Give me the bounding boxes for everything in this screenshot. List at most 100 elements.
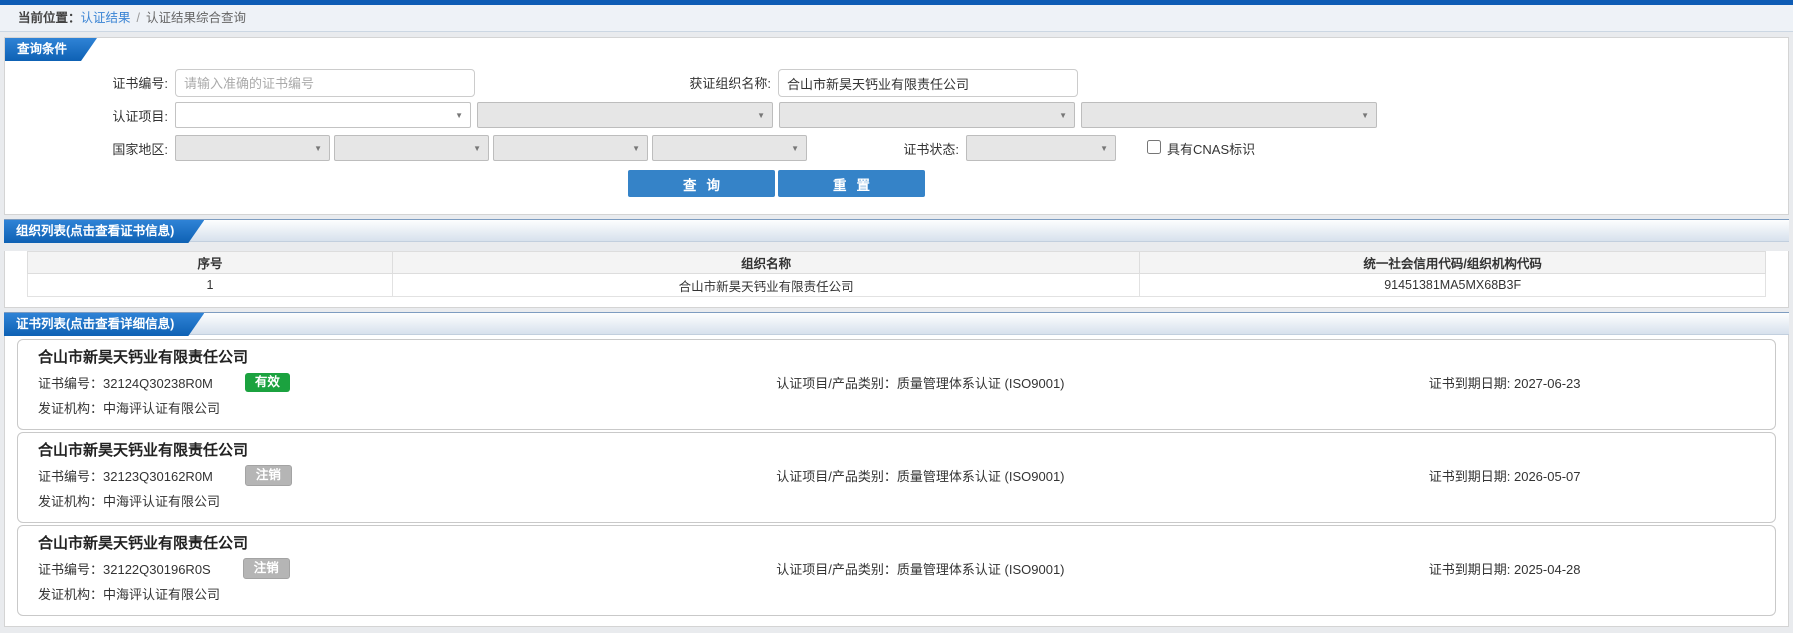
region-select-3[interactable]: ▼ [493,135,648,161]
cert-no-field: 证书编号：32122Q30196R0S [38,559,211,578]
cert-issuer-field-label: 发证机构： [38,587,104,602]
chevron-down-icon: ▼ [473,144,481,153]
org-row-index[interactable]: 1 [27,273,393,297]
certificate-card[interactable]: 合山市新昊天钙业有限责任公司 证书编号：32122Q30196R0S 注销 认证… [17,525,1776,616]
breadcrumb-link-renzhengjieguo[interactable]: 认证结果 [81,11,131,25]
cert-no-field: 证书编号：32123Q30162R0M [38,466,213,485]
status-badge: 注销 [244,464,292,486]
cert-list-body: 合山市新昊天钙业有限责任公司 证书编号：32124Q30238R0M 有效 认证… [4,335,1789,627]
cert-project-select-1[interactable]: ▼ [175,102,471,128]
org-list-body: 序号 组织名称 统一社会信用代码/组织机构代码 1 合山市新昊天钙业有限责任公司… [4,251,1789,308]
cert-issuer-field-label: 发证机构： [38,401,104,416]
org-table-header-index: 序号 [27,251,393,274]
cert-no-value: 32123Q30162R0M [103,468,213,484]
cert-project-field: 认证项目/产品类别：质量管理体系认证 (ISO9001) [776,559,1428,578]
org-row-name[interactable]: 合山市新昊天钙业有限责任公司 [391,273,1141,297]
cnas-checkbox[interactable] [1147,140,1161,154]
query-panel-title: 查询条件 [5,38,97,61]
reset-button[interactable]: 重置 [778,170,925,197]
chevron-down-icon: ▼ [1361,111,1369,120]
query-panel: 查询条件 证书编号: 获证组织名称: 认证项目: ▼ ▼ ▼ ▼ 国家地区: ▼… [4,37,1789,215]
breadcrumb-current: 认证结果综合查询 [146,11,247,25]
org-list-section-title: 组织列表(点击查看证书信息) [4,220,204,243]
cert-expiry-field: 证书到期日期: 2025-04-28 [1429,559,1755,578]
cert-project-select-3[interactable]: ▼ [779,102,1075,128]
cert-no-field: 证书编号：32124Q30238R0M [38,373,213,392]
card-detail-row: 证书编号：32124Q30238R0M 有效 认证项目/产品类别：质量管理体系认… [38,369,1755,395]
cert-project-value: 质量管理体系认证 (ISO9001) [896,561,1065,577]
cert-issuer-field: 发证机构：中海评认证有限公司 [38,583,1755,607]
cert-project-select-4[interactable]: ▼ [1081,102,1377,128]
cert-project-field: 认证项目/产品类别：质量管理体系认证 (ISO9001) [776,466,1428,485]
cert-expiry-value: 2025-04-28 [1513,561,1581,577]
cert-issuer-value: 中海评认证有限公司 [103,587,221,602]
cert-project-value: 质量管理体系认证 (ISO9001) [896,375,1065,391]
org-row-code[interactable]: 91451381MA5MX68B3F [1139,273,1766,297]
chevron-down-icon: ▼ [1059,111,1067,120]
breadcrumb: 当前位置：认证结果 / 认证结果综合查询 [0,5,1793,32]
org-list-section-bar: 组织列表(点击查看证书信息) [4,219,1789,242]
region-label: 国家地区: [112,142,168,157]
cert-status-select[interactable]: ▼ [966,135,1116,161]
cert-project-field-label: 认证项目/产品类别： [776,468,897,484]
breadcrumb-separator: / [136,11,141,25]
certificate-card[interactable]: 合山市新昊天钙业有限责任公司 证书编号：32123Q30162R0M 注销 认证… [17,432,1776,523]
cert-expiry-field: 证书到期日期: 2026-05-07 [1429,466,1755,485]
chevron-down-icon: ▼ [791,144,799,153]
card-org-name: 合山市新昊天钙业有限责任公司 [38,442,249,459]
cert-list-section: 证书列表(点击查看详细信息) 合山市新昊天钙业有限责任公司 证书编号：32124… [4,312,1789,627]
card-detail-row: 证书编号：32122Q30196R0S 注销 认证项目/产品类别：质量管理体系认… [38,555,1755,581]
cert-no-field-label: 证书编号： [38,468,104,484]
chevron-down-icon: ▼ [632,144,640,153]
cert-list-section-bar: 证书列表(点击查看详细信息) [4,312,1789,335]
org-table-header-row: 序号 组织名称 统一社会信用代码/组织机构代码 [27,251,1766,274]
cert-no-input[interactable] [175,69,475,97]
cert-no-value: 32124Q30238R0M [103,375,213,391]
cert-no-field-label: 证书编号： [38,561,104,577]
cert-no-label: 证书编号: [112,76,168,91]
cert-no-value: 32122Q30196R0S [103,561,211,577]
cert-issuer-value: 中海评认证有限公司 [103,401,221,416]
org-list-section: 组织列表(点击查看证书信息) 序号 组织名称 统一社会信用代码/组织机构代码 1… [4,219,1789,308]
region-select-4[interactable]: ▼ [652,135,807,161]
cert-status-label: 证书状态: [903,142,959,157]
chevron-down-icon: ▼ [455,111,463,120]
region-select-1[interactable]: ▼ [175,135,330,161]
form-row-3: 国家地区: ▼ ▼ ▼ ▼ 证书状态: ▼ 具有CNAS标识 [5,133,1788,164]
cert-issuer-field: 发证机构：中海评认证有限公司 [38,397,1755,421]
button-row: 查询 重置 [5,166,1788,204]
card-org-name: 合山市新昊天钙业有限责任公司 [38,349,249,366]
chevron-down-icon: ▼ [757,111,765,120]
cert-project-label: 认证项目: [112,109,168,124]
card-detail-row: 证书编号：32123Q30162R0M 注销 认证项目/产品类别：质量管理体系认… [38,462,1755,488]
chevron-down-icon: ▼ [314,144,322,153]
cert-expiry-field: 证书到期日期: 2027-06-23 [1429,373,1755,392]
org-table: 序号 组织名称 统一社会信用代码/组织机构代码 1 合山市新昊天钙业有限责任公司… [27,251,1766,297]
cert-project-value: 质量管理体系认证 (ISO9001) [896,468,1065,484]
certificate-card[interactable]: 合山市新昊天钙业有限责任公司 证书编号：32124Q30238R0M 有效 认证… [17,339,1776,430]
cert-issuer-value: 中海评认证有限公司 [103,494,221,509]
status-badge: 有效 [244,372,290,392]
cert-project-field-label: 认证项目/产品类别： [776,561,897,577]
cert-expiry-field-label: 证书到期日期: [1428,375,1514,391]
cert-project-field: 认证项目/产品类别：质量管理体系认证 (ISO9001) [776,373,1428,392]
cert-project-field-label: 认证项目/产品类别： [776,375,897,391]
org-table-header-code: 统一社会信用代码/组织机构代码 [1139,251,1766,274]
status-badge: 注销 [242,557,290,579]
cnas-label: 具有CNAS标识 [1167,142,1256,157]
search-button[interactable]: 查询 [628,170,775,197]
cert-list-section-title: 证书列表(点击查看详细信息) [4,313,204,336]
cert-expiry-value: 2027-06-23 [1513,375,1581,391]
org-table-row[interactable]: 1 合山市新昊天钙业有限责任公司 91451381MA5MX68B3F [27,273,1766,297]
cert-no-field-label: 证书编号： [38,375,104,391]
org-table-header-name: 组织名称 [391,251,1141,274]
region-select-2[interactable]: ▼ [334,135,489,161]
chevron-down-icon: ▼ [1100,144,1108,153]
cert-expiry-field-label: 证书到期日期: [1428,468,1514,484]
form-row-1: 证书编号: 获证组织名称: [5,67,1788,100]
card-org-name: 合山市新昊天钙业有限责任公司 [38,535,249,552]
org-name-label: 获证组织名称: [689,76,771,91]
cert-expiry-field-label: 证书到期日期: [1428,561,1514,577]
cert-project-select-2[interactable]: ▼ [477,102,773,128]
org-name-input[interactable] [778,69,1078,97]
